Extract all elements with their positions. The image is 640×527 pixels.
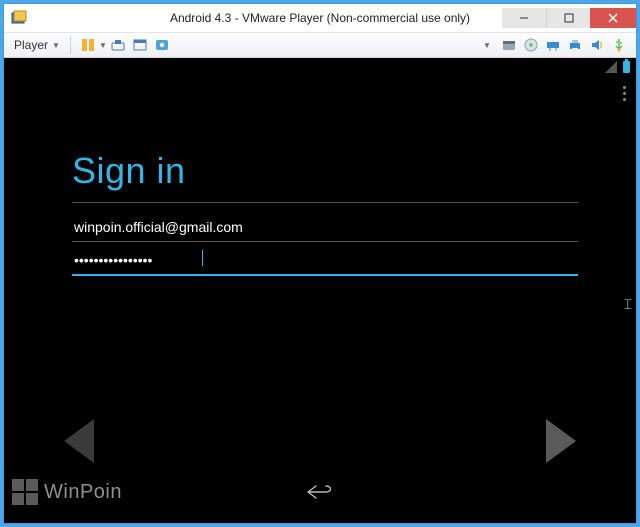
app-window: Android 4.3 - VMware Player (Non-commerc…: [4, 4, 636, 523]
send-ctrl-alt-del-icon[interactable]: [109, 36, 127, 54]
dropdown-icon: ▼: [52, 41, 60, 50]
player-menu[interactable]: Player ▼: [10, 36, 64, 54]
minimize-button[interactable]: [502, 8, 546, 28]
heading-rule: [72, 202, 578, 203]
prev-button[interactable]: [64, 419, 94, 463]
close-button[interactable]: [590, 8, 636, 28]
signin-heading: Sign in: [72, 150, 578, 192]
usb-icon[interactable]: [610, 36, 628, 54]
vmware-app-icon: [8, 7, 30, 29]
watermark-text: WinPoin: [44, 481, 122, 504]
signal-icon: [605, 61, 617, 73]
network-adapter-icon[interactable]: [544, 36, 562, 54]
next-button[interactable]: [546, 419, 576, 463]
device-dropdown-icon[interactable]: ▼: [478, 36, 496, 54]
printer-icon[interactable]: [566, 36, 584, 54]
watermark: WinPoin: [12, 479, 122, 505]
email-field[interactable]: [72, 215, 578, 242]
power-dropdown-icon[interactable]: ▼: [99, 41, 107, 50]
battery-icon: [623, 61, 630, 73]
overflow-menu-icon[interactable]: [623, 86, 626, 101]
android-back-icon[interactable]: [306, 484, 334, 505]
cd-dvd-icon[interactable]: [522, 36, 540, 54]
password-field[interactable]: [72, 248, 578, 276]
player-menu-label: Player: [14, 38, 48, 52]
maximize-button[interactable]: [546, 8, 590, 28]
unity-icon[interactable]: [153, 36, 171, 54]
windows-logo-icon: [12, 479, 38, 505]
text-cursor: [202, 250, 203, 266]
vm-screen[interactable]: Sign in WinPoin ⌶: [4, 58, 636, 523]
window-controls: [502, 8, 636, 28]
signin-panel: Sign in: [72, 150, 578, 276]
titlebar[interactable]: Android 4.3 - VMware Player (Non-commerc…: [4, 4, 636, 32]
toolbar-separator: [70, 36, 71, 54]
fullscreen-icon[interactable]: [131, 36, 149, 54]
mouse-cursor-icon: ⌶: [624, 296, 632, 313]
password-field-wrap: [72, 248, 578, 276]
sound-card-icon[interactable]: [588, 36, 606, 54]
power-menu-icon[interactable]: [79, 36, 97, 54]
android-status-bar: [605, 61, 630, 73]
hard-disk-icon[interactable]: [500, 36, 518, 54]
toolbar: Player ▼ ▼ ▼: [4, 32, 636, 58]
email-field-wrap: [72, 215, 578, 242]
